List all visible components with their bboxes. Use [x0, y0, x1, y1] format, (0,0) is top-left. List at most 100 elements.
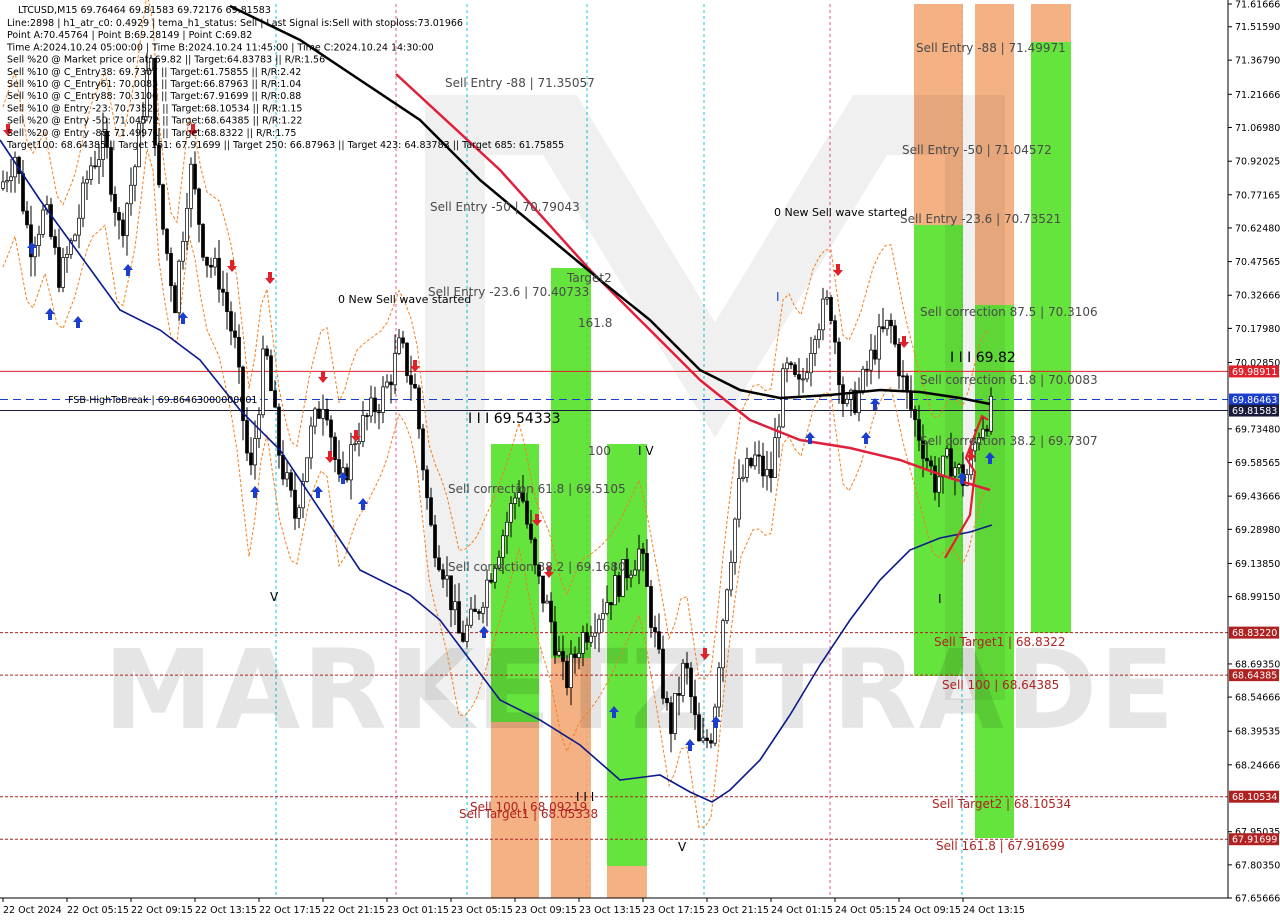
- chart-annotation: I V: [638, 444, 654, 458]
- price-tick-label: 70.32666: [1235, 291, 1280, 302]
- chart-annotation: I I I: [576, 790, 594, 804]
- candle-body: [861, 368, 865, 391]
- candle-body: [801, 378, 805, 381]
- candle-body: [897, 343, 901, 377]
- candle-body: [57, 247, 61, 288]
- candle-body: [381, 386, 385, 413]
- chart-annotation: V: [678, 840, 687, 854]
- candle-body: [769, 469, 773, 478]
- candle-body: [197, 188, 201, 225]
- candle-body: [613, 575, 617, 606]
- candle-body: [957, 464, 961, 469]
- candle-body: [569, 653, 573, 688]
- candle-body: [225, 291, 229, 312]
- chart-annotation: Sell Entry -50 | 70.79043: [430, 200, 580, 214]
- candle-body: [9, 176, 13, 182]
- price-tick-label: 70.17980: [1235, 324, 1280, 335]
- candle-body: [345, 467, 349, 481]
- candle-body: [561, 651, 565, 662]
- price-tick-label: 71.61666: [1235, 0, 1280, 11]
- candle-body: [933, 465, 937, 493]
- candle-body: [413, 384, 417, 389]
- candle-body: [113, 194, 117, 213]
- candle-body: [737, 478, 741, 520]
- candle-body: [857, 390, 861, 414]
- candle-body: [361, 415, 365, 442]
- candle-body: [429, 497, 433, 526]
- price-tick-label: 71.06980: [1235, 123, 1280, 134]
- candle-body: [729, 562, 733, 591]
- candle-body: [297, 507, 301, 519]
- candle-body: [357, 441, 361, 445]
- indicator-info-line: Sell %10 @ C_Entry38: 69.7307 || Target:…: [7, 67, 301, 78]
- candle-body: [93, 165, 97, 168]
- candle-body: [593, 632, 597, 637]
- candle-body: [421, 428, 425, 471]
- price-tick-label: 69.58565: [1235, 458, 1280, 469]
- chart-annotation: Sell Entry -50 | 71.04572: [902, 143, 1052, 157]
- candle-body: [437, 557, 441, 571]
- candle-body: [893, 325, 897, 345]
- price-label-text: 69.98911: [1232, 367, 1277, 378]
- chart-annotation: FSB-HighToBreak | 69.86463000000001: [68, 395, 257, 406]
- candle-body: [773, 437, 777, 478]
- candle-body: [797, 374, 801, 380]
- candle-body: [337, 459, 341, 475]
- candle-body: [689, 667, 693, 697]
- candle-body: [633, 569, 637, 576]
- candle-body: [125, 203, 129, 236]
- candle-body: [161, 184, 165, 230]
- candle-body: [545, 600, 549, 604]
- price-tick-label: 68.99150: [1235, 592, 1280, 603]
- indicator-info-line: Sell %20 @ Entry -88: 71.49971 || Target…: [7, 128, 296, 139]
- price-label-text: 68.83220: [1232, 628, 1277, 639]
- candle-body: [5, 180, 9, 183]
- candle-body: [709, 740, 713, 744]
- candle-body: [837, 341, 841, 386]
- candle-body: [753, 454, 757, 467]
- candle-body: [549, 600, 553, 623]
- candle-body: [813, 339, 817, 354]
- candle-body: [417, 387, 421, 430]
- price-tick-label: 71.51590: [1235, 22, 1280, 33]
- candle-body: [657, 631, 661, 650]
- candle-body: [109, 147, 113, 195]
- candle-body: [189, 163, 193, 209]
- candle-body: [557, 651, 561, 656]
- chart-annotation: Target2: [566, 271, 612, 285]
- candle-body: [285, 472, 289, 480]
- price-tick-label: 69.43666: [1235, 492, 1280, 503]
- price-tick-label: 70.62480: [1235, 223, 1280, 234]
- candle-body: [481, 606, 485, 614]
- candle-body: [289, 472, 293, 491]
- candle-body: [705, 737, 709, 741]
- price-tick-label: 68.69350: [1235, 659, 1280, 670]
- price-tick-label: 67.65666: [1235, 894, 1280, 905]
- time-tick-label: 23 Oct 13:15: [579, 905, 641, 916]
- candle-body: [433, 524, 437, 559]
- candle-body: [129, 184, 133, 205]
- candle-body: [177, 260, 181, 314]
- chart-annotation: I I I 69.82: [950, 350, 1016, 366]
- candle-body: [213, 257, 217, 268]
- candle-body: [257, 414, 261, 439]
- time-tick-label: 24 Oct 13:15: [963, 905, 1025, 916]
- candle-body: [253, 438, 257, 466]
- candle-body: [249, 452, 253, 466]
- candle-body: [329, 419, 333, 438]
- candle-body: [629, 574, 633, 579]
- candle-body: [121, 219, 125, 236]
- price-chart[interactable]: MARKETZITRADE Sell Entry -88 | 71.35057S…: [0, 0, 1280, 920]
- candle-body: [865, 368, 869, 371]
- candle-body: [945, 448, 949, 457]
- candle-body: [461, 632, 465, 642]
- candle-body: [733, 518, 737, 563]
- candle-body: [201, 224, 205, 258]
- chart-annotation: V: [270, 590, 279, 604]
- time-tick-label: 22 Oct 21:15: [323, 905, 385, 916]
- candle-body: [829, 297, 833, 322]
- candle-body: [809, 353, 813, 374]
- candle-body: [405, 342, 409, 376]
- price-label-text: 69.86463: [1232, 395, 1277, 406]
- candle-body: [873, 349, 877, 360]
